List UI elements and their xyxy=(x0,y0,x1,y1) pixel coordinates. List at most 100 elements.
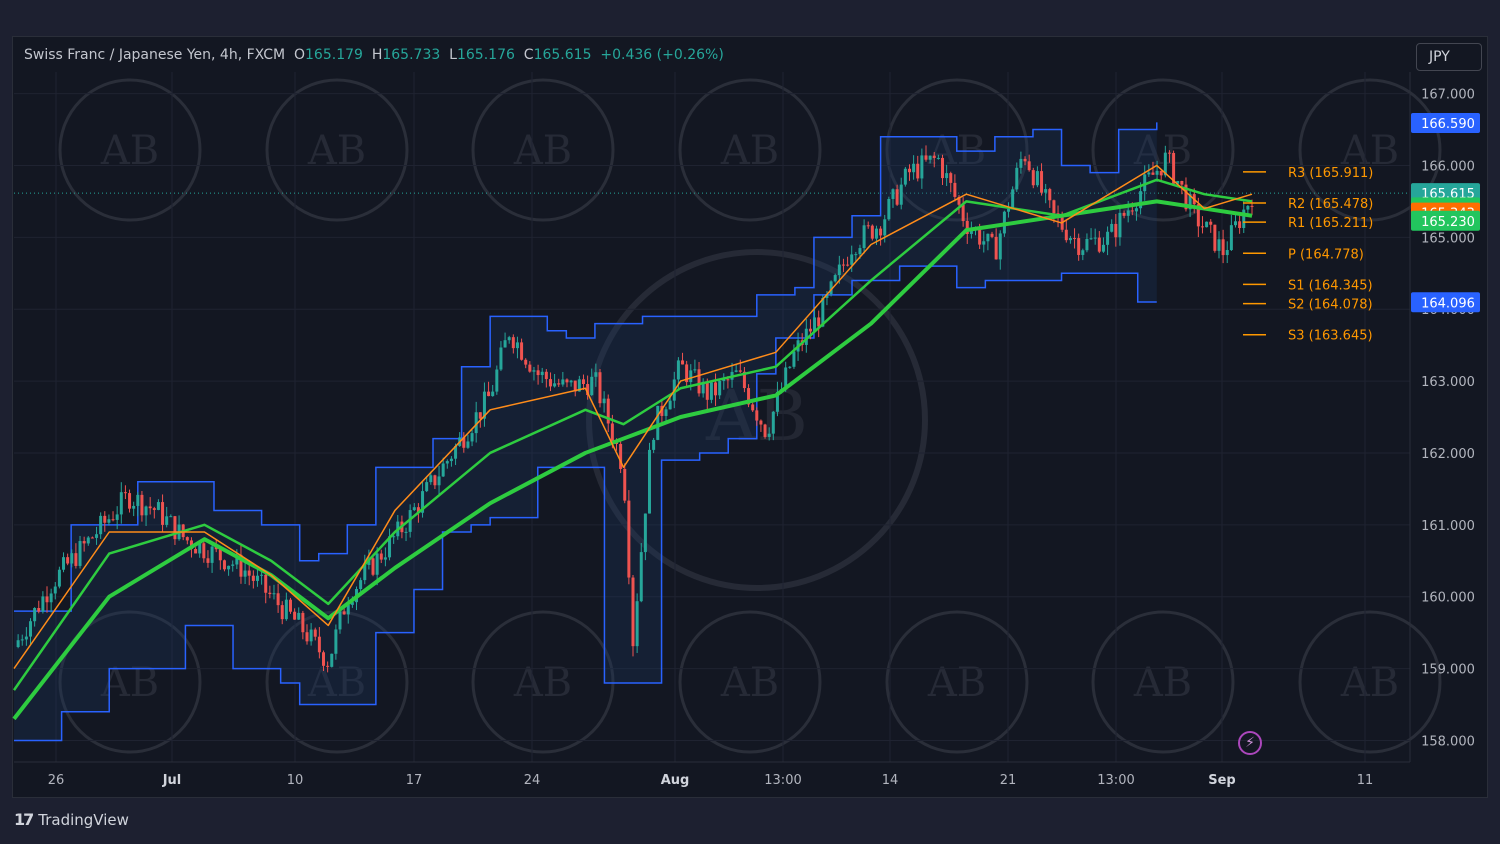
candle-body xyxy=(705,381,709,400)
candle-body xyxy=(610,423,614,443)
candle-body xyxy=(301,612,305,633)
candle-body xyxy=(123,492,127,494)
watermark-text: AB xyxy=(513,660,572,706)
candle-body xyxy=(1093,237,1097,239)
candle-body xyxy=(103,515,107,523)
candle-body xyxy=(1180,181,1184,185)
candle-body xyxy=(78,541,82,566)
price-badge-label: 166.590 xyxy=(1421,117,1475,132)
symbol-name[interactable]: Swiss Franc / Japanese Yen, 4h, FXCM xyxy=(24,47,285,63)
candle-body xyxy=(916,163,920,179)
close-label: C xyxy=(523,47,534,63)
candle-body xyxy=(858,248,862,255)
candle-body xyxy=(136,494,140,506)
candle-body xyxy=(288,599,292,612)
watermark-text: AB xyxy=(513,128,572,174)
candle-body xyxy=(392,536,396,538)
candle-body xyxy=(920,155,924,179)
high-value: 165.733 xyxy=(382,47,441,63)
candle-body xyxy=(1233,221,1237,226)
candle-body xyxy=(99,515,103,535)
watermark-text: AB xyxy=(307,128,366,174)
candle-body xyxy=(330,653,334,667)
tradingview-brand[interactable]: 17 TradingView xyxy=(14,810,129,829)
lightning-icon[interactable]: ⚡ xyxy=(1238,731,1262,755)
candle-body xyxy=(1085,238,1089,251)
candle-body xyxy=(520,342,524,360)
candle-body xyxy=(759,420,763,425)
price-channel xyxy=(14,122,1158,742)
pivot-label: P (164.778) xyxy=(1288,247,1364,262)
candle-body xyxy=(932,155,936,158)
candle-body xyxy=(590,376,594,396)
candle-body xyxy=(841,264,845,266)
candle-body xyxy=(631,577,635,647)
candle-body xyxy=(751,404,755,411)
candle-body xyxy=(16,640,20,647)
candle-body xyxy=(231,564,235,566)
candle-body xyxy=(495,369,499,392)
candle-body xyxy=(132,505,136,509)
candle-body xyxy=(326,665,330,667)
watermark-text: AB xyxy=(100,128,159,174)
price-chart[interactable]: AB AB AB AB AB AB ABAB AB AB AB AB AB ABAB R3 (165.9… xyxy=(0,0,1500,844)
candle-body xyxy=(412,507,416,511)
time-tick-label: 21 xyxy=(1000,773,1017,788)
candle-body xyxy=(1097,237,1101,252)
candle-body xyxy=(891,189,895,199)
candle-body xyxy=(528,364,532,372)
candle-body xyxy=(808,328,812,332)
candle-body xyxy=(726,379,730,381)
candle-body xyxy=(1027,161,1031,171)
candle-body xyxy=(379,553,383,560)
candle-body xyxy=(594,372,598,377)
candle-body xyxy=(668,400,672,410)
candle-body xyxy=(53,586,57,594)
tradingview-logo-icon: 17 xyxy=(14,810,34,829)
candle-body xyxy=(1246,205,1250,210)
candle-body xyxy=(1147,172,1151,175)
candle-body xyxy=(1089,238,1093,240)
candle-body xyxy=(284,599,288,620)
candle-body xyxy=(441,463,445,477)
candle-body xyxy=(1064,229,1068,241)
candle-body xyxy=(734,370,738,372)
watermark-text: AB xyxy=(720,128,779,174)
candle-body xyxy=(371,558,375,575)
candle-body xyxy=(1126,210,1130,216)
time-tick-label: 13:00 xyxy=(764,773,801,788)
candle-body xyxy=(1019,158,1023,168)
price-tick-label: 160.000 xyxy=(1421,591,1475,606)
currency-button[interactable]: JPY xyxy=(1416,43,1482,71)
candle-body xyxy=(1155,170,1159,175)
candle-body xyxy=(33,608,37,622)
candle-body xyxy=(561,379,565,385)
candle-body xyxy=(90,537,94,539)
candle-body xyxy=(1101,244,1105,252)
candle-body xyxy=(185,537,189,541)
candle-body xyxy=(144,506,148,516)
candle-body xyxy=(532,370,536,372)
candle-body xyxy=(1217,239,1221,251)
candle-body xyxy=(503,340,507,348)
candle-body xyxy=(119,492,123,515)
candle-body xyxy=(173,516,177,540)
candle-body xyxy=(990,233,994,237)
candle-body xyxy=(718,380,722,396)
candle-body xyxy=(1110,223,1114,232)
candle-body xyxy=(148,506,152,509)
candle-body xyxy=(57,569,61,587)
time-tick-label: 14 xyxy=(882,773,899,788)
candle-body xyxy=(1238,221,1242,228)
candle-body xyxy=(297,612,301,620)
candle-body xyxy=(846,264,850,266)
candle-body xyxy=(1159,170,1163,176)
candle-body xyxy=(95,534,99,538)
candle-body xyxy=(862,225,866,249)
candle-body xyxy=(511,337,515,349)
candle-body xyxy=(70,553,74,564)
candle-body xyxy=(161,502,165,525)
candle-body xyxy=(569,380,573,383)
time-tick-label: 10 xyxy=(287,773,304,788)
symbol-legend: Swiss Franc / Japanese Yen, 4h, FXCM O16… xyxy=(24,47,724,63)
